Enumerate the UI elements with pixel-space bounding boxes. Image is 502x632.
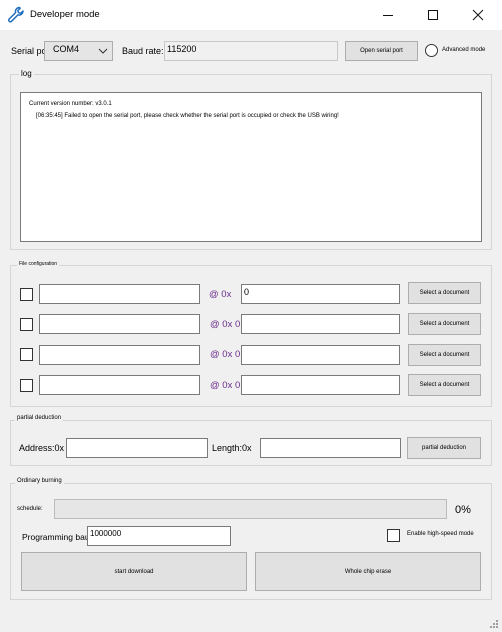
maximize-icon bbox=[428, 10, 438, 20]
file-path-input[interactable] bbox=[39, 284, 200, 304]
open-serial-port-button[interactable]: Open serial port bbox=[345, 41, 418, 61]
address-input[interactable] bbox=[241, 314, 400, 334]
address-label: Address:0x bbox=[19, 443, 65, 453]
address-input[interactable] bbox=[241, 375, 400, 395]
ordinary-burning-label: Ordinary burning bbox=[15, 478, 64, 484]
start-download-button[interactable]: start download bbox=[21, 552, 247, 591]
address-prefix: @ 0x 0 bbox=[210, 349, 241, 360]
partial-deduction-button[interactable]: partial deduction bbox=[407, 437, 481, 459]
partial-deduction-label: partial deduction bbox=[15, 415, 64, 421]
progress-percent: 0% bbox=[455, 504, 471, 516]
log-line: Current version number: v3.0.1 bbox=[29, 101, 112, 107]
address-input[interactable]: 0 bbox=[241, 284, 400, 304]
address-prefix: @ 0x 0 bbox=[210, 380, 241, 391]
select-document-button[interactable]: Select a document bbox=[408, 374, 481, 396]
whole-chip-erase-button[interactable]: Whole chip erase bbox=[255, 552, 481, 591]
programming-baud-input[interactable]: 1000000 bbox=[87, 526, 231, 546]
close-button[interactable] bbox=[455, 0, 501, 30]
log-line: [06:35:45] Failed to open the serial por… bbox=[36, 113, 339, 119]
select-document-button[interactable]: Select a document bbox=[408, 344, 481, 366]
file-path-input[interactable] bbox=[39, 345, 200, 365]
serial-port-select[interactable]: COM4 bbox=[44, 41, 113, 61]
advanced-mode-label: Advanced mode bbox=[442, 47, 486, 53]
close-icon bbox=[472, 9, 484, 21]
high-speed-checkbox[interactable] bbox=[387, 529, 400, 542]
advanced-mode-radio[interactable] bbox=[425, 44, 438, 57]
file-path-input[interactable] bbox=[39, 375, 200, 395]
baud-rate-field[interactable]: 115200 bbox=[164, 41, 338, 61]
file-config-label: File configuration bbox=[17, 261, 60, 267]
minimize-button[interactable] bbox=[365, 0, 411, 30]
select-document-button[interactable]: Select a document bbox=[408, 313, 481, 335]
chevron-down-icon bbox=[98, 48, 108, 54]
progress-bar bbox=[54, 499, 447, 519]
file-enable-checkbox[interactable] bbox=[20, 318, 33, 331]
resize-grip-icon bbox=[490, 620, 498, 628]
schedule-label: schedule: bbox=[17, 506, 43, 512]
file-enable-checkbox[interactable] bbox=[20, 348, 33, 361]
file-enable-checkbox[interactable] bbox=[20, 288, 33, 301]
partial-length-input[interactable] bbox=[260, 438, 401, 458]
file-enable-checkbox[interactable] bbox=[20, 379, 33, 392]
address-prefix: @ 0x 0 bbox=[210, 319, 241, 330]
high-speed-label: Enable high-speed mode bbox=[407, 531, 474, 537]
log-textarea[interactable]: Current version number: v3.0.1 [06:35:45… bbox=[20, 92, 482, 242]
baud-rate-label: Baud rate: bbox=[122, 46, 164, 56]
minimize-icon bbox=[383, 15, 393, 16]
resize-grip[interactable] bbox=[489, 619, 499, 631]
maximize-button[interactable] bbox=[410, 0, 456, 30]
partial-address-input[interactable] bbox=[66, 438, 208, 458]
select-document-button[interactable]: Select a document bbox=[408, 282, 481, 304]
address-prefix: @ 0x bbox=[209, 289, 232, 300]
address-input[interactable] bbox=[241, 345, 400, 365]
file-path-input[interactable] bbox=[39, 314, 200, 334]
length-label: Length:0x bbox=[212, 443, 252, 453]
window-title: Developer mode bbox=[30, 9, 100, 20]
log-group-label: log bbox=[19, 69, 34, 78]
wrench-icon bbox=[7, 6, 25, 24]
serial-port-value: COM4 bbox=[53, 44, 80, 54]
